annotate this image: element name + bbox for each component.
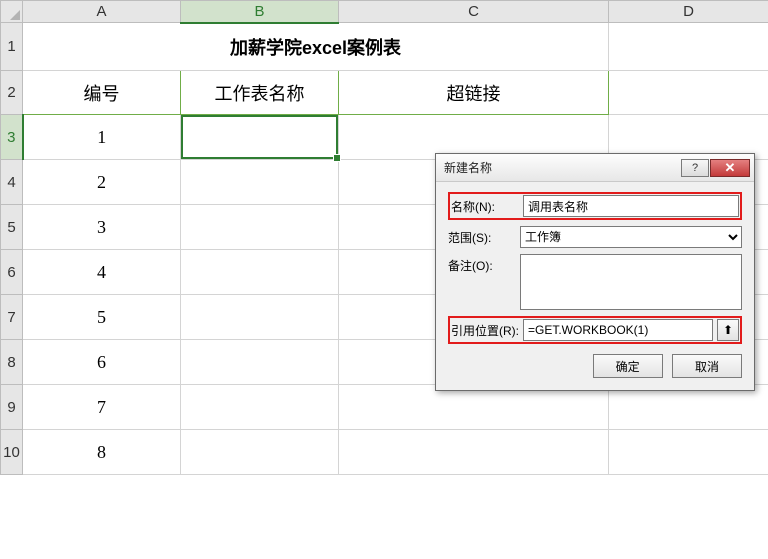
cell[interactable] — [181, 385, 339, 430]
close-button[interactable]: ✕ — [710, 159, 750, 177]
row-header-7[interactable]: 7 — [1, 295, 23, 340]
table-header-hyperlink[interactable]: 超链接 — [339, 71, 609, 115]
cell[interactable] — [181, 250, 339, 295]
cell[interactable] — [181, 160, 339, 205]
cell[interactable] — [181, 430, 339, 475]
scope-label: 范围(S): — [448, 226, 520, 246]
cell-a9[interactable]: 7 — [23, 385, 181, 430]
cell[interactable] — [181, 205, 339, 250]
collapse-dialog-icon[interactable]: ⬆ — [717, 319, 739, 341]
row-header-5[interactable]: 5 — [1, 205, 23, 250]
refers-row-highlight: 引用位置(R): ⬆ — [448, 316, 742, 344]
row-header-8[interactable]: 8 — [1, 340, 23, 385]
cell[interactable] — [339, 385, 609, 430]
row-header-9[interactable]: 9 — [1, 385, 23, 430]
cell-a7[interactable]: 5 — [23, 295, 181, 340]
col-header-A[interactable]: A — [23, 1, 181, 23]
cell[interactable] — [609, 71, 768, 115]
cell[interactable] — [181, 340, 339, 385]
comment-textarea[interactable] — [520, 254, 742, 310]
name-input[interactable] — [523, 195, 739, 217]
cell[interactable] — [339, 430, 609, 475]
row-header-10[interactable]: 10 — [1, 430, 23, 475]
row-header-4[interactable]: 4 — [1, 160, 23, 205]
col-header-D[interactable]: D — [609, 1, 768, 23]
cell[interactable] — [609, 385, 768, 430]
cell[interactable] — [609, 23, 768, 71]
name-row-highlight: 名称(N): — [448, 192, 742, 220]
scope-select[interactable]: 工作簿 — [520, 226, 742, 248]
cell-a8[interactable]: 6 — [23, 340, 181, 385]
ok-button[interactable]: 确定 — [593, 354, 663, 378]
cell[interactable] — [609, 430, 768, 475]
cell[interactable] — [181, 295, 339, 340]
refers-label: 引用位置(R): — [451, 319, 523, 339]
row-header-1[interactable]: 1 — [1, 23, 23, 71]
table-header-number[interactable]: 编号 — [23, 71, 181, 115]
name-label: 名称(N): — [451, 195, 523, 215]
comment-label: 备注(O): — [448, 254, 520, 274]
table-header-sheetname[interactable]: 工作表名称 — [181, 71, 339, 115]
cell-a10[interactable]: 8 — [23, 430, 181, 475]
cell-a6[interactable]: 4 — [23, 250, 181, 295]
title-cell[interactable]: 加薪学院excel案例表 — [23, 23, 609, 71]
select-all-corner[interactable] — [1, 1, 23, 23]
cell-a4[interactable]: 2 — [23, 160, 181, 205]
dialog-title: 新建名称 — [444, 159, 680, 176]
cancel-button[interactable]: 取消 — [672, 354, 742, 378]
row-header-3[interactable]: 3 — [1, 115, 23, 160]
col-header-B[interactable]: B — [181, 1, 339, 23]
dialog-titlebar[interactable]: 新建名称 ? ✕ — [436, 154, 754, 182]
row-header-6[interactable]: 6 — [1, 250, 23, 295]
new-name-dialog: 新建名称 ? ✕ 名称(N): 范围(S): 工作簿 备注(O): 引用位置(R… — [435, 153, 755, 391]
cell-a5[interactable]: 3 — [23, 205, 181, 250]
row-header-2[interactable]: 2 — [1, 71, 23, 115]
active-cell-b3[interactable] — [181, 115, 339, 160]
cell-a3[interactable]: 1 — [23, 115, 181, 160]
help-button[interactable]: ? — [681, 159, 709, 177]
col-header-C[interactable]: C — [339, 1, 609, 23]
refers-input[interactable] — [523, 319, 713, 341]
